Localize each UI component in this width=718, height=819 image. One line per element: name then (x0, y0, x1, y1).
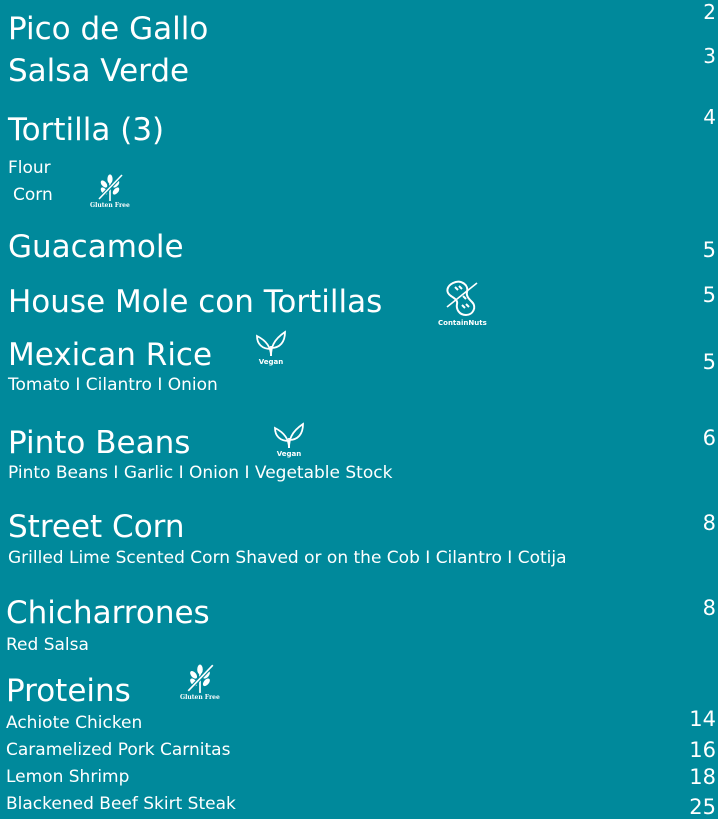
protein-item-name: Blackened Beef Skirt Steak (6, 794, 236, 814)
corn-price: 8 (702, 511, 716, 535)
protein-item-price: 16 (689, 738, 716, 762)
gluten-free-icon: Gluten Free (90, 172, 130, 209)
mole-title: House Mole con Tortillas (8, 284, 383, 320)
tortilla-option-corn: Corn (13, 185, 53, 205)
guacamole-title: Guacamole (8, 229, 184, 265)
rice-title: Mexican Rice (8, 337, 213, 373)
vegan-label: Vegan (276, 450, 302, 458)
chicharrones-title: Chicharrones (6, 595, 210, 631)
pico-price: 2 (703, 0, 716, 24)
chicharrones-price: 8 (702, 596, 716, 620)
protein-item-price: 14 (689, 707, 716, 731)
pico-title: Pico de Gallo (8, 11, 209, 47)
vegan-label: Vegan (258, 358, 284, 366)
tortilla-price: 4 (703, 105, 716, 129)
protein-item-price: 18 (689, 765, 716, 789)
salsa-price: 3 (703, 44, 716, 68)
vegan-leaf-icon: Vegan (270, 418, 308, 458)
beans-desc: Pinto Beans I Garlic I Onion I Vegetable… (8, 463, 393, 483)
gluten-free-label: Gluten Free (180, 694, 220, 701)
protein-item-name: Achiote Chicken (6, 713, 143, 733)
beans-title: Pinto Beans (8, 425, 191, 461)
rice-price: 5 (702, 350, 716, 374)
tortilla-title: Tortilla (3) (8, 112, 165, 148)
guacamole-price: 5 (702, 238, 716, 262)
gluten-free-icon: Gluten Free (180, 662, 220, 701)
peanut-icon: ContainNuts (438, 277, 487, 327)
rice-desc: Tomato I Cilantro I Onion (8, 375, 218, 395)
chicharrones-desc: Red Salsa (6, 635, 89, 655)
protein-item-name: Lemon Shrimp (6, 767, 130, 787)
corn-desc: Grilled Lime Scented Corn Shaved or on t… (8, 548, 567, 568)
nuts-label: ContainNuts (438, 319, 487, 327)
beans-price: 6 (702, 426, 716, 450)
vegan-leaf-icon: Vegan (252, 326, 290, 366)
corn-title: Street Corn (8, 509, 185, 545)
mole-price: 5 (702, 283, 716, 307)
tortilla-option-flour: Flour (8, 158, 51, 178)
protein-item-name: Caramelized Pork Carnitas (6, 740, 231, 760)
proteins-title: Proteins (6, 673, 131, 709)
gluten-free-label: Gluten Free (90, 202, 130, 209)
salsa-title: Salsa Verde (8, 53, 190, 89)
